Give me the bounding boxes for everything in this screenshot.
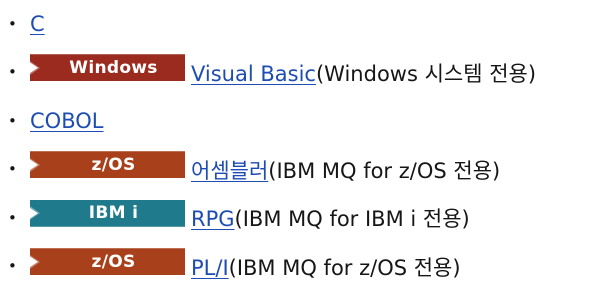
arrow-icon [30, 254, 40, 269]
link-assembler[interactable]: 어셈블러 [191, 155, 268, 185]
bullet-icon: • [8, 257, 17, 276]
arrow-icon [30, 60, 40, 75]
item-suffix: (Windows 시스템 전용) [315, 61, 537, 86]
item-suffix: (IBM MQ for IBM i 전용) [234, 207, 470, 232]
bullet-icon: • [8, 14, 17, 33]
link-cobol[interactable]: COBOL [30, 109, 103, 133]
item-suffix: (IBM MQ for z/OS 전용) [268, 158, 501, 183]
list-item-rpg: • IBM i RPG (IBM MQ for IBM i 전용) [8, 194, 605, 243]
item-text: Visual Basic (Windows 시스템 전용) [191, 58, 536, 88]
item-text: PL/I (IBM MQ for z/OS 전용) [191, 252, 461, 282]
item-suffix: (IBM MQ for z/OS 전용) [228, 255, 461, 280]
bullet-icon: • [8, 208, 17, 227]
bullet-icon: • [8, 111, 17, 130]
list-item-c: • C [8, 0, 605, 49]
bullet-icon: • [8, 63, 17, 82]
item-text: 어셈블러 (IBM MQ for z/OS 전용) [191, 155, 500, 185]
link-visual-basic[interactable]: Visual Basic [191, 62, 316, 86]
windows-platform-badge: Windows [30, 54, 185, 82]
list-item-pli: • z/OS PL/I (IBM MQ for z/OS 전용) [8, 243, 605, 291]
item-text: C [30, 12, 45, 36]
zos-platform-badge: z/OS [30, 151, 185, 179]
badge-label: z/OS [91, 251, 136, 272]
list-item-visual-basic: • Windows Visual Basic (Windows 시스템 전용) [8, 49, 605, 98]
item-text: COBOL [30, 109, 103, 133]
badge-label: z/OS [91, 154, 136, 175]
arrow-icon [30, 157, 40, 172]
badge-label: IBM i [88, 203, 139, 224]
link-pli[interactable]: PL/I [191, 256, 229, 280]
bullet-icon: • [8, 160, 17, 179]
zos-platform-badge: z/OS [30, 248, 185, 276]
language-list: • C • Windows Visual Basic (Windows 시스템 전… [0, 0, 605, 291]
link-rpg[interactable]: RPG [191, 207, 235, 231]
list-item-cobol: • COBOL [8, 97, 605, 146]
arrow-icon [30, 206, 40, 221]
list-item-assembler: • z/OS 어셈블러 (IBM MQ for z/OS 전용) [8, 146, 605, 195]
item-text: RPG (IBM MQ for IBM i 전용) [191, 203, 470, 233]
badge-label: Windows [69, 57, 158, 78]
link-c[interactable]: C [30, 12, 45, 36]
ibmi-platform-badge: IBM i [30, 199, 185, 227]
